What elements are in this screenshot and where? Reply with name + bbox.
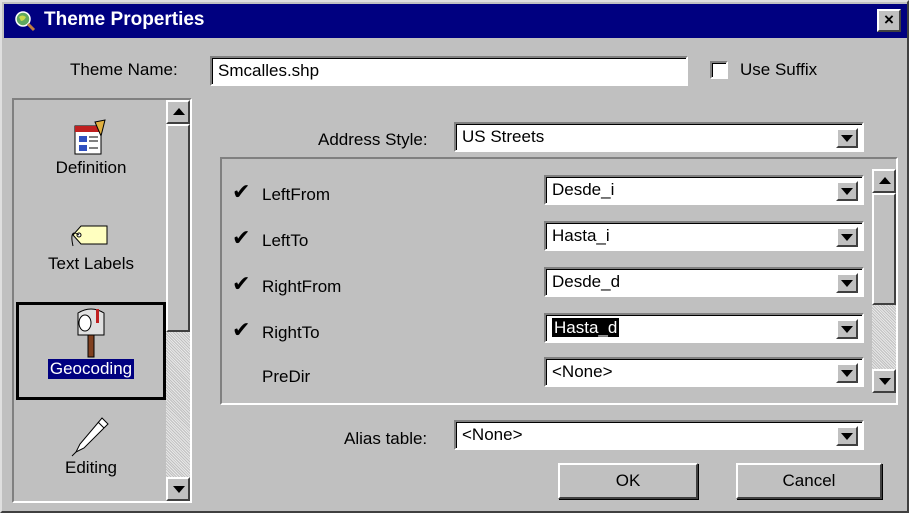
scroll-up-button[interactable]: [166, 100, 190, 124]
scroll-thumb[interactable]: [166, 124, 190, 332]
theme-properties-dialog: Theme Properties × Theme Name: Smcalles.…: [0, 0, 909, 513]
mailbox-icon: [77, 308, 105, 358]
chevron-down-icon: [841, 234, 853, 241]
chevron-down-icon: [841, 433, 853, 440]
nav-item-label: Geocoding: [47, 359, 135, 379]
field-value: Desde_i: [552, 180, 615, 199]
tag-icon: [71, 225, 108, 247]
field-name: PreDir: [262, 367, 311, 386]
field-name: RightFrom: [262, 277, 342, 296]
check-icon[interactable]: ✔: [232, 319, 250, 341]
nav-item-label: Text Labels: [48, 254, 134, 273]
check-icon[interactable]: ✔: [232, 273, 250, 295]
field-dropdown-leftto[interactable]: Hasta_i: [544, 221, 864, 251]
field-value: Hasta_d: [548, 317, 832, 339]
window-title: Theme Properties: [44, 9, 205, 30]
chevron-down-icon: [841, 370, 853, 377]
alias-table-value: <None>: [462, 425, 523, 444]
dropdown-button[interactable]: [836, 273, 858, 293]
nav-item-label: Definition: [55, 158, 127, 177]
close-icon: ×: [884, 10, 894, 29]
check-icon[interactable]: ✔: [232, 227, 250, 249]
scroll-up-button[interactable]: [872, 169, 896, 193]
field-name: LeftFrom: [262, 185, 331, 204]
use-suffix-checkbox[interactable]: [710, 61, 728, 79]
arrow-down-icon: [173, 486, 185, 493]
field-dropdown-rightfrom[interactable]: Desde_d: [544, 267, 864, 297]
ok-button[interactable]: OK: [558, 463, 698, 499]
cancel-button[interactable]: Cancel: [736, 463, 882, 499]
selected-text: Hasta_d: [550, 317, 621, 338]
arrow-up-icon: [879, 177, 891, 184]
chevron-down-icon: [841, 326, 853, 333]
dropdown-button[interactable]: [836, 363, 858, 383]
chevron-down-icon: [841, 280, 853, 287]
nav-item-editing[interactable]: Editing: [16, 414, 166, 478]
title-bar[interactable]: Theme Properties ×: [4, 4, 907, 38]
alias-table-label: Alias table:: [344, 429, 428, 448]
field-mapping-list: ✔ LeftFrom Desde_i ✔ LeftTo Hasta_i ✔ Ri…: [220, 157, 898, 405]
field-name: LeftTo: [262, 231, 309, 250]
field-value: Desde_d: [552, 272, 621, 291]
dropdown-button[interactable]: [836, 426, 858, 446]
theme-name-label: Theme Name:: [70, 60, 178, 79]
field-dropdown-predir[interactable]: <None>: [544, 357, 864, 387]
category-list: Definition Text Labels Geocoding Editing: [12, 98, 192, 503]
pen-icon: [71, 417, 109, 457]
chevron-down-icon: [841, 135, 853, 142]
nav-item-definition[interactable]: Definition: [16, 118, 166, 178]
field-name: RightTo: [262, 323, 320, 342]
field-dropdown-rightto[interactable]: Hasta_d: [544, 313, 864, 343]
arrow-up-icon: [173, 108, 185, 115]
nav-item-text-labels[interactable]: Text Labels: [16, 218, 166, 274]
field-list-scrollbar[interactable]: [872, 169, 896, 393]
theme-name-field[interactable]: Smcalles.shp: [210, 56, 688, 86]
nav-item-label: Editing: [65, 458, 117, 477]
arrow-down-icon: [879, 378, 891, 385]
address-style-value: US Streets: [462, 127, 545, 146]
use-suffix-label: Use Suffix: [740, 60, 818, 79]
category-scrollbar[interactable]: [166, 100, 190, 501]
dropdown-button[interactable]: [836, 181, 858, 201]
field-dropdown-leftfrom[interactable]: Desde_i: [544, 175, 864, 205]
address-style-label: Address Style:: [318, 130, 428, 149]
dropdown-button[interactable]: [836, 227, 858, 247]
scroll-down-button[interactable]: [872, 369, 896, 393]
scroll-thumb[interactable]: [872, 193, 896, 305]
close-button[interactable]: ×: [877, 9, 901, 32]
magnifier-globe-icon: [15, 11, 36, 32]
address-style-dropdown[interactable]: US Streets: [454, 122, 864, 152]
field-value: <None>: [552, 362, 613, 381]
scroll-down-button[interactable]: [166, 477, 190, 501]
chevron-down-icon: [841, 188, 853, 195]
field-value: Hasta_i: [552, 226, 610, 245]
nav-item-geocoding[interactable]: Geocoding: [16, 302, 166, 400]
alias-table-dropdown[interactable]: <None>: [454, 420, 864, 450]
dropdown-button[interactable]: [836, 128, 858, 148]
definition-icon: [74, 119, 106, 155]
dropdown-button[interactable]: [836, 319, 858, 339]
check-icon[interactable]: ✔: [232, 181, 250, 203]
